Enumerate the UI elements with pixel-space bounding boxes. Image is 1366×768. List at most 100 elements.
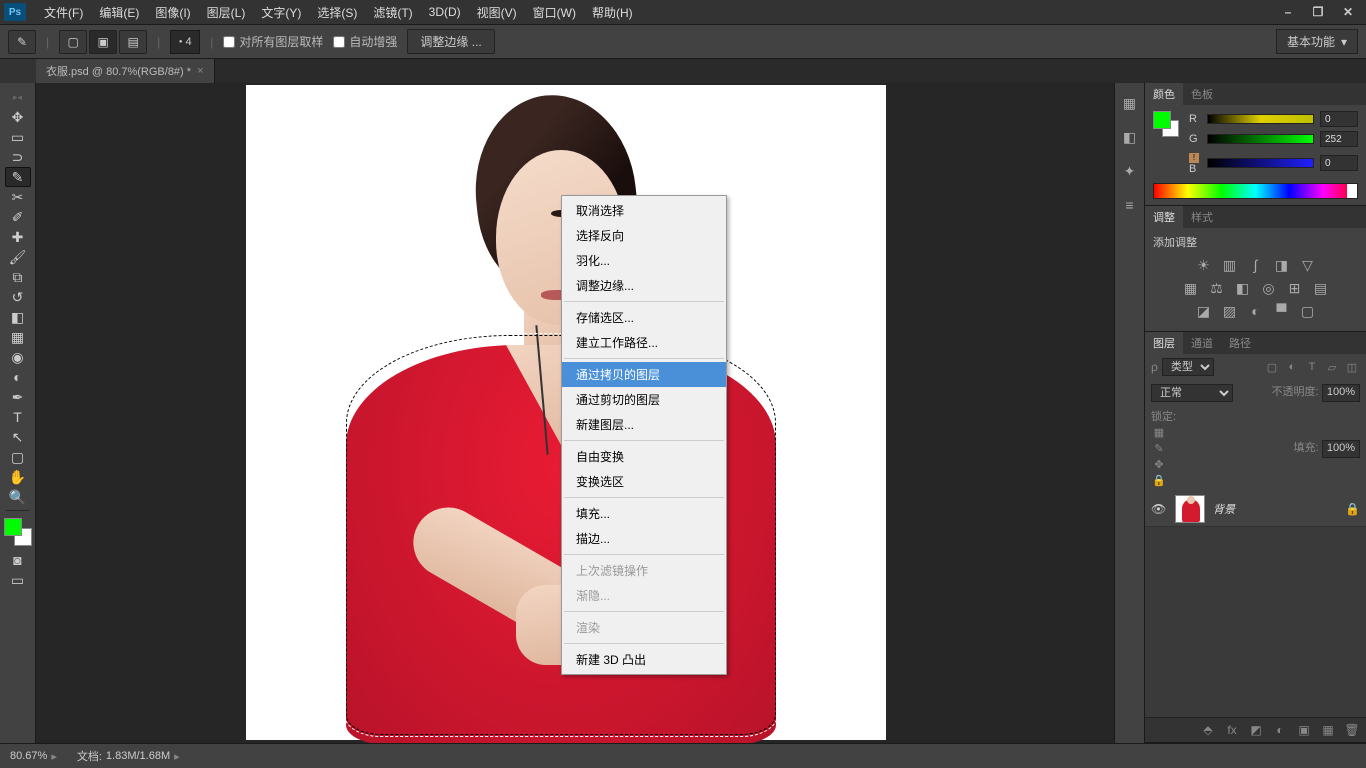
marquee-tool[interactable]: ▭ — [5, 127, 31, 147]
filter-smart-icon[interactable]: ◫ — [1344, 359, 1360, 375]
menu-file[interactable]: 文件(F) — [36, 4, 91, 21]
add-selection-icon[interactable]: ▣ — [89, 30, 117, 54]
posterize-icon[interactable]: ▨ — [1221, 302, 1239, 320]
context-menu-item[interactable]: 新建图层... — [562, 412, 726, 437]
foreground-color[interactable] — [4, 518, 22, 536]
menu-view[interactable]: 视图(V) — [469, 4, 525, 21]
close-button[interactable]: ✕ — [1334, 3, 1362, 21]
document-tab[interactable]: 衣服.psd @ 80.7%(RGB/8#) * × — [36, 59, 215, 83]
lock-position-icon[interactable]: ✥ — [1151, 456, 1167, 472]
eraser-tool[interactable]: ◧ — [5, 307, 31, 327]
layer-thumbnail[interactable] — [1175, 495, 1205, 523]
lock-all-icon[interactable]: 🔒 — [1151, 472, 1167, 488]
chevron-right-icon[interactable]: ▸ — [51, 750, 57, 763]
tab-styles[interactable]: 样式 — [1183, 206, 1221, 228]
context-menu-item[interactable]: 填充... — [562, 501, 726, 526]
history-panel-icon[interactable]: ▦ — [1120, 93, 1140, 113]
r-slider[interactable] — [1207, 114, 1314, 124]
paragraph-panel-icon[interactable]: ≡ — [1120, 195, 1140, 215]
character-panel-icon[interactable]: ✦ — [1120, 161, 1140, 181]
hand-tool[interactable]: ✋ — [5, 467, 31, 487]
quick-select-tool[interactable]: ✎ — [5, 167, 31, 187]
new-layer-icon[interactable]: ▦ — [1320, 722, 1336, 738]
blend-mode-select[interactable]: 正常 — [1151, 384, 1233, 402]
context-menu-item[interactable]: 羽化... — [562, 248, 726, 273]
history-brush-tool[interactable]: ↺ — [5, 287, 31, 307]
levels-icon[interactable]: ▥ — [1221, 256, 1239, 274]
refine-edge-button[interactable]: 调整边缘 ... — [407, 29, 494, 54]
context-menu-item[interactable]: 建立工作路径... — [562, 330, 726, 355]
invert-icon[interactable]: ◪ — [1195, 302, 1213, 320]
color-spectrum[interactable] — [1153, 183, 1358, 199]
link-layers-icon[interactable]: ⬘ — [1200, 722, 1216, 738]
group-icon[interactable]: ▣ — [1296, 722, 1312, 738]
lock-transparent-icon[interactable]: ▦ — [1151, 424, 1167, 440]
layer-item-background[interactable]: 👁 背景 🔒 — [1145, 491, 1366, 527]
opacity-value[interactable]: 100% — [1322, 384, 1360, 402]
lasso-tool[interactable]: ⊃ — [5, 147, 31, 167]
pen-tool[interactable]: ✒ — [5, 387, 31, 407]
quick-mask-tool[interactable]: ◙ — [5, 550, 31, 570]
new-selection-icon[interactable]: ▢ — [59, 30, 87, 54]
curves-icon[interactable]: ∫ — [1247, 256, 1265, 274]
stamp-tool[interactable]: ⧉ — [5, 267, 31, 287]
path-select-tool[interactable]: ↖ — [5, 427, 31, 447]
filter-adjust-icon[interactable]: ◐ — [1284, 359, 1300, 375]
menu-select[interactable]: 选择(S) — [309, 4, 365, 21]
restore-button[interactable]: ❐ — [1304, 3, 1332, 21]
auto-enhance-checkbox[interactable]: 自动增强 — [333, 33, 397, 50]
heal-tool[interactable]: ✚ — [5, 227, 31, 247]
filter-shape-icon[interactable]: ▱ — [1324, 359, 1340, 375]
shape-tool[interactable]: ▢ — [5, 447, 31, 467]
gradient-map-icon[interactable]: ▀ — [1273, 302, 1291, 320]
subtract-selection-icon[interactable]: ▤ — [119, 30, 147, 54]
brush-tool[interactable]: 🖌 — [5, 247, 31, 267]
screen-mode-tool[interactable]: ▭ — [5, 570, 31, 590]
context-menu-item[interactable]: 通过拷贝的图层 — [562, 362, 726, 387]
g-slider[interactable] — [1207, 134, 1314, 144]
menu-filter[interactable]: 滤镜(T) — [365, 4, 420, 21]
dodge-tool[interactable]: ◐ — [5, 367, 31, 387]
tab-adjustments[interactable]: 调整 — [1145, 206, 1183, 228]
menu-type[interactable]: 文字(Y) — [253, 4, 309, 21]
zoom-tool[interactable]: 🔍 — [5, 487, 31, 507]
context-menu-item[interactable]: 变换选区 — [562, 469, 726, 494]
layer-name[interactable]: 背景 — [1213, 501, 1345, 517]
selective-color-icon[interactable]: ▢ — [1299, 302, 1317, 320]
context-menu-item[interactable]: 新建 3D 凸出 — [562, 647, 726, 672]
move-tool[interactable]: ✥ — [5, 107, 31, 127]
bw-icon[interactable]: ◧ — [1234, 279, 1252, 297]
layer-filter-type[interactable]: 类型 — [1162, 358, 1214, 376]
fill-value[interactable]: 100% — [1322, 440, 1360, 458]
minimize-button[interactable]: – — [1274, 3, 1302, 21]
menu-3d[interactable]: 3D(D) — [421, 5, 469, 19]
tab-channels[interactable]: 通道 — [1183, 332, 1221, 354]
lock-pixels-icon[interactable]: ✎ — [1151, 440, 1167, 456]
context-menu-item[interactable]: 调整边缘... — [562, 273, 726, 298]
active-tool-icon[interactable]: ✎ — [8, 30, 36, 54]
brightness-icon[interactable]: ☀ — [1195, 256, 1213, 274]
context-menu-item[interactable]: 自由变换 — [562, 444, 726, 469]
filter-pixel-icon[interactable]: ▢ — [1264, 359, 1280, 375]
tab-layers[interactable]: 图层 — [1145, 332, 1183, 354]
context-menu-item[interactable]: 选择反向 — [562, 223, 726, 248]
filter-icon[interactable]: ρ — [1151, 360, 1158, 374]
menu-image[interactable]: 图像(I) — [147, 4, 198, 21]
lookup-icon[interactable]: ▤ — [1312, 279, 1330, 297]
context-menu-item[interactable]: 描边... — [562, 526, 726, 551]
properties-panel-icon[interactable]: ◧ — [1120, 127, 1140, 147]
menu-help[interactable]: 帮助(H) — [584, 4, 641, 21]
context-menu-item[interactable]: 通过剪切的图层 — [562, 387, 726, 412]
layer-fx-icon[interactable]: fx — [1224, 722, 1240, 738]
menu-edit[interactable]: 编辑(E) — [91, 4, 147, 21]
canvas-area[interactable]: 取消选择选择反向羽化...调整边缘...存储选区...建立工作路径...通过拷贝… — [36, 83, 1114, 743]
tab-paths[interactable]: 路径 — [1221, 332, 1259, 354]
exposure-icon[interactable]: ◨ — [1273, 256, 1291, 274]
r-value[interactable]: 0 — [1320, 111, 1358, 127]
gradient-tool[interactable]: ▦ — [5, 327, 31, 347]
channel-mixer-icon[interactable]: ⊞ — [1286, 279, 1304, 297]
menu-window[interactable]: 窗口(W) — [525, 4, 584, 21]
layer-mask-icon[interactable]: ◩ — [1248, 722, 1264, 738]
foreground-background-swatch[interactable] — [4, 518, 32, 546]
sample-all-layers-checkbox[interactable]: 对所有图层取样 — [223, 33, 323, 50]
